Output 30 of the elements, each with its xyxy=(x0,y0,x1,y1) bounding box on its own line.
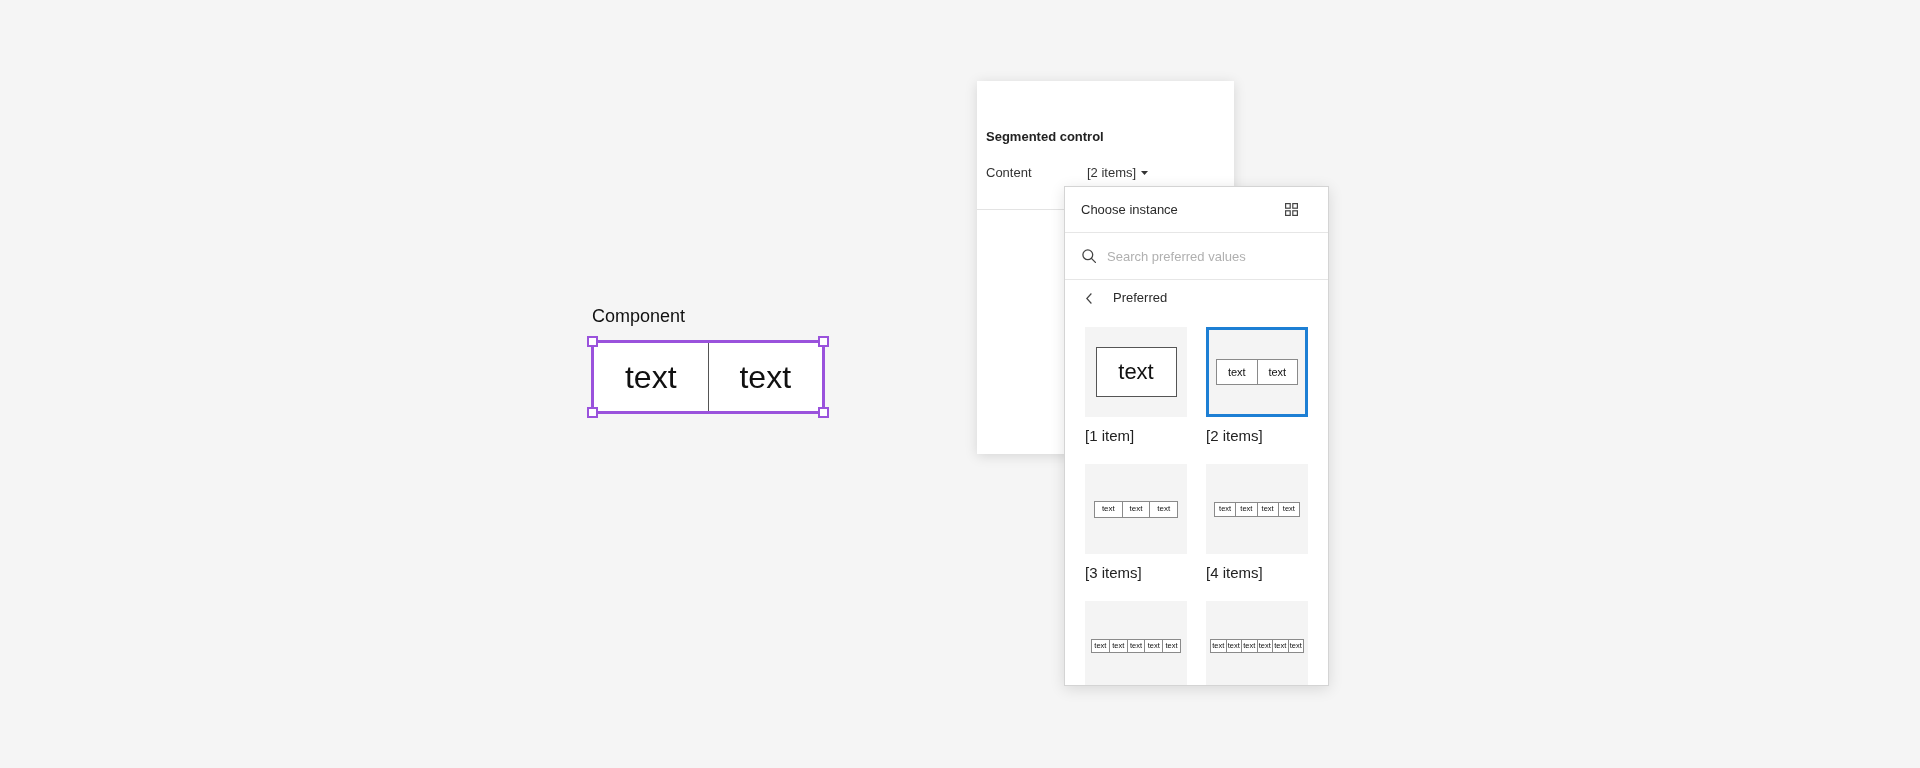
instance-label: [1 item] xyxy=(1085,427,1135,445)
segment-label: text xyxy=(1149,501,1177,517)
popup-title: Choose instance xyxy=(1081,200,1178,219)
section-title: Preferred xyxy=(1113,289,1168,308)
panel-title: Segmented control xyxy=(986,129,1105,145)
resize-handle[interactable] xyxy=(587,407,598,418)
component-label: Component xyxy=(592,305,686,327)
caret-down-icon xyxy=(1141,171,1149,175)
instance-label: [4 items] xyxy=(1206,564,1263,582)
segment-label: text xyxy=(623,358,678,397)
segmented-control[interactable]: text text xyxy=(591,340,825,414)
instance-option[interactable]: text text xyxy=(1206,327,1308,417)
resize-handle[interactable] xyxy=(587,336,598,347)
property-label: Content xyxy=(986,164,1033,183)
instance-label: [2 items] xyxy=(1206,427,1263,445)
content-dropdown[interactable]: [2 items] xyxy=(1087,163,1149,183)
segment-label: text xyxy=(1226,364,1247,380)
segment-label: text xyxy=(1100,503,1116,515)
chevron-left-icon xyxy=(1086,292,1092,304)
search-icon xyxy=(1082,249,1096,263)
search-field[interactable]: Search preferred values xyxy=(1107,244,1316,268)
instance-label: [3 items] xyxy=(1085,564,1142,582)
grid-icon xyxy=(1285,203,1298,216)
segment-label: text xyxy=(1256,360,1297,384)
instance-option[interactable]: text text text xyxy=(1085,464,1187,554)
segment-label: text xyxy=(1121,501,1150,517)
segment-label: text xyxy=(1117,358,1155,386)
resize-handle[interactable] xyxy=(818,407,829,418)
instance-option[interactable]: text xyxy=(1085,327,1187,417)
resize-handle[interactable] xyxy=(818,336,829,347)
